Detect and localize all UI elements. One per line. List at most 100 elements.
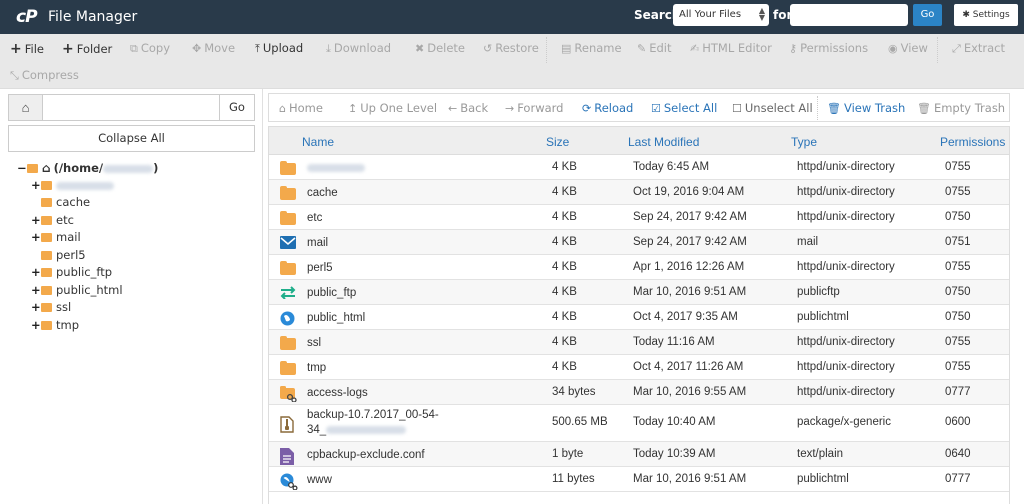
file-name[interactable] [307, 161, 365, 176]
restore-button[interactable]: ↺ Restore [483, 41, 539, 55]
table-row[interactable]: www 11 bytes Mar 10, 2016 9:51 AM publichtm… [269, 467, 1009, 492]
tree-item[interactable]: perl5 [31, 248, 86, 265]
expand-toggle-icon[interactable]: + [31, 178, 41, 192]
file-name-text: backup-10.7.2017_00-54- [307, 409, 439, 421]
expand-toggle-icon[interactable]: + [31, 265, 41, 279]
folder-icon [41, 181, 52, 190]
file-type: mail [797, 236, 819, 248]
tree-root[interactable]: − ⌂ (/home/) [17, 161, 158, 178]
compress-icon: ⤡ [10, 69, 19, 82]
file-name[interactable]: access-logs [307, 386, 368, 401]
tree-item[interactable]: cache [31, 195, 90, 212]
file-name-text: cpbackup-exclude.conf [307, 449, 425, 461]
upload-button[interactable]: ⤒ Upload [255, 41, 303, 56]
extract-button[interactable]: ⤢ Extract [952, 41, 1005, 56]
file-modified: Mar 10, 2016 9:51 AM [633, 286, 747, 298]
compress-label: Compress [21, 68, 79, 82]
file-name[interactable]: perl5 [307, 261, 333, 276]
expand-toggle-icon[interactable]: + [31, 213, 41, 227]
header-size[interactable]: Size [546, 135, 569, 149]
expand-toggle-icon[interactable]: + [31, 230, 41, 244]
file-name[interactable]: www [307, 473, 332, 488]
cpanel-logo[interactable]: cP [16, 7, 38, 27]
file-name[interactable]: mail [307, 236, 328, 251]
table-row[interactable]: perl5 4 KB Apr 1, 2016 12:26 AM httpd/unix-… [269, 255, 1009, 280]
empty-trash-button[interactable]: 🗑 Empty Trash [917, 101, 1005, 115]
folder-icon [280, 161, 296, 175]
expand-toggle-icon[interactable]: + [31, 318, 41, 332]
edit-button[interactable]: ✎ Edit [637, 41, 672, 55]
header-permissions[interactable]: Permissions [940, 135, 1005, 149]
table-row[interactable]: public_html 4 KB Oct 4, 2017 9:35 AM public… [269, 305, 1009, 330]
nav-home-button[interactable]: ⌂ Home [279, 101, 323, 115]
tree-item[interactable]: + [31, 178, 114, 195]
table-row[interactable]: access-logs 34 bytes Mar 10, 2016 9:55 AM h… [269, 380, 1009, 405]
delete-icon: ✖ [415, 42, 425, 55]
header-last-modified[interactable]: Last Modified [628, 135, 699, 149]
rename-button[interactable]: ▤ Rename [561, 41, 622, 55]
collapse-all-button[interactable]: Collapse All [8, 125, 255, 152]
tree-item[interactable]: + public_html [31, 283, 123, 300]
up-one-level-button[interactable]: ↥ Up One Level [348, 101, 437, 115]
back-button[interactable]: ← Back [448, 101, 488, 115]
file-name[interactable]: public_ftp [307, 286, 356, 301]
expand-toggle-icon[interactable]: + [31, 283, 41, 297]
level-up-icon: ↥ [348, 102, 358, 115]
html-editor-button[interactable]: ✍ HTML Editor [690, 41, 772, 55]
checked-box-icon: ☑ [651, 102, 661, 115]
file-name[interactable]: cache [307, 186, 338, 201]
table-row[interactable]: public_ftp 4 KB Mar 10, 2016 9:51 AM public… [269, 280, 1009, 305]
tree-item[interactable]: + ssl [31, 300, 71, 317]
file-name[interactable]: etc [307, 211, 322, 226]
tree-item[interactable]: + public_ftp [31, 265, 112, 282]
new-folder-button[interactable]: + Folder [62, 41, 112, 57]
folder-icon [41, 233, 52, 242]
file-name[interactable]: tmp [307, 361, 326, 376]
permissions-button[interactable]: ⚷ Permissions [789, 41, 868, 55]
table-row[interactable]: ssl 4 KB Today 11:16 AM httpd/unix-director… [269, 330, 1009, 355]
reload-button[interactable]: ⟳ Reload [582, 101, 633, 115]
copy-button[interactable]: ⧉ Copy [130, 41, 170, 56]
table-row[interactable]: tmp 4 KB Oct 4, 2017 11:26 AM httpd/unix-di… [269, 355, 1009, 380]
file-name-text: access-logs [307, 387, 368, 399]
expand-toggle-icon[interactable]: + [31, 300, 41, 314]
table-row[interactable]: etc 4 KB Sep 24, 2017 9:42 AM httpd/unix-di… [269, 205, 1009, 230]
select-all-button[interactable]: ☑ Select All [651, 101, 717, 115]
table-row[interactable]: backup-10.7.2017_00-54- 34_ 500.65 MB Today… [269, 405, 1009, 442]
pencil-icon: ✎ [637, 42, 647, 55]
download-button[interactable]: ⤓ Download [326, 41, 391, 56]
tree-item[interactable]: + mail [31, 230, 81, 247]
view-button[interactable]: ◉ View [888, 41, 928, 55]
new-file-button[interactable]: + File [10, 41, 44, 57]
table-row[interactable]: cache 4 KB Oct 19, 2016 9:04 AM httpd/unix-… [269, 180, 1009, 205]
table-row[interactable]: 4 KB Today 6:45 AM httpd/unix-directory 075… [269, 155, 1009, 180]
path-go-button[interactable]: Go [219, 95, 254, 120]
delete-button[interactable]: ✖ Delete [415, 41, 465, 55]
search-scope-select[interactable]: All Your Files ▲ ▼ [673, 4, 769, 26]
file-permissions: 0751 [945, 236, 971, 248]
table-row[interactable]: mail 4 KB Sep 24, 2017 9:42 AM mail 0751 [269, 230, 1009, 255]
view-trash-button[interactable]: 🗑 View Trash [827, 101, 905, 115]
unselect-all-button[interactable]: ☐ Unselect All [732, 101, 813, 115]
compress-button[interactable]: ⤡ Compress [10, 68, 79, 83]
tree-item[interactable]: + tmp [31, 318, 79, 335]
search-go-button[interactable]: Go [913, 4, 942, 26]
home-button[interactable]: ⌂ [9, 95, 43, 120]
table-row[interactable]: cpbackup-exclude.conf 1 byte Today 10:39 A… [269, 442, 1009, 467]
search-input[interactable] [790, 4, 908, 26]
file-name[interactable]: cpbackup-exclude.conf [307, 448, 425, 463]
panel-divider[interactable] [262, 89, 263, 504]
copy-icon: ⧉ [130, 42, 138, 55]
file-name[interactable]: public_html [307, 311, 365, 326]
path-input[interactable] [44, 95, 219, 120]
file-name[interactable]: ssl [307, 336, 321, 351]
forward-button[interactable]: → Forward [505, 101, 563, 115]
file-modified: Today 11:16 AM [633, 336, 715, 348]
settings-button[interactable]: ✱ Settings [954, 4, 1018, 26]
file-name[interactable]: backup-10.7.2017_00-54- 34_ [307, 408, 439, 438]
collapse-toggle-icon[interactable]: − [17, 161, 27, 175]
header-name[interactable]: Name [302, 135, 334, 149]
move-button[interactable]: ✥ Move [192, 41, 235, 55]
header-type[interactable]: Type [791, 135, 817, 149]
tree-item[interactable]: + etc [31, 213, 74, 230]
